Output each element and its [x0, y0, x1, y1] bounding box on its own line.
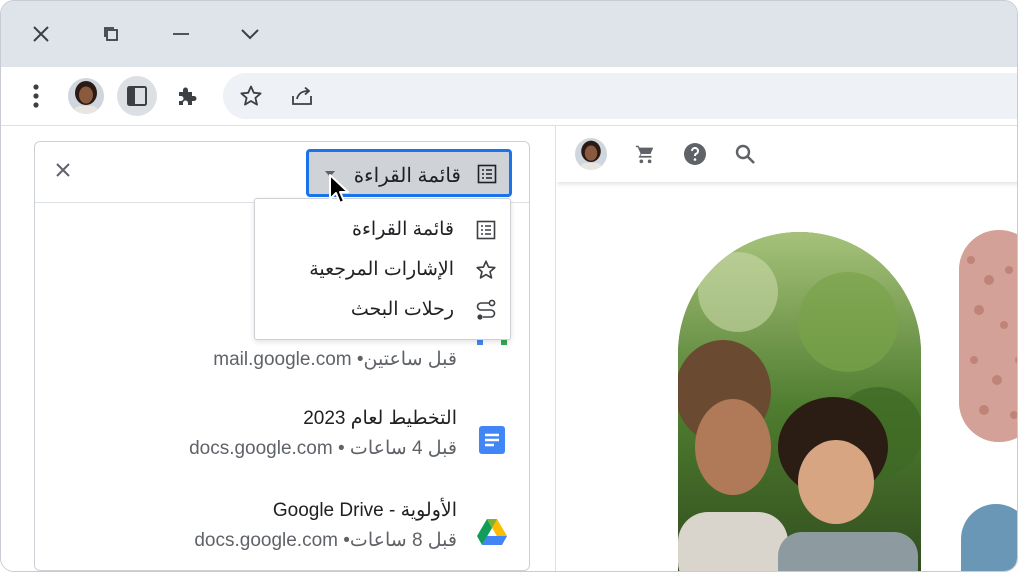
toolbar	[1, 67, 1017, 126]
side-panel-button[interactable]	[117, 76, 157, 116]
site-profile-button[interactable]	[575, 138, 607, 170]
decorative-shape	[961, 504, 1017, 571]
list-item[interactable]: قبل ساعتين• mail.google.com	[67, 323, 507, 400]
site-search-button[interactable]	[729, 138, 761, 170]
item-meta: قبل 4 ساعات • docs.google.com	[189, 438, 457, 459]
reading-list-icon	[477, 164, 497, 189]
item-meta: قبل ساعتين• mail.google.com	[213, 349, 457, 370]
help-icon	[684, 143, 706, 165]
cart-button[interactable]	[629, 138, 661, 170]
panel-selector-menu: قائمة القراءة الإشارات المرجعية رحلات ال…	[254, 198, 511, 340]
share-button[interactable]	[282, 76, 322, 116]
search-icon	[735, 144, 755, 164]
menu-item-bookmarks[interactable]: الإشارات المرجعية	[255, 250, 510, 290]
profile-button[interactable]	[66, 76, 106, 116]
close-panel-button[interactable]	[49, 156, 77, 184]
profile-avatar	[575, 138, 607, 170]
star-icon	[240, 85, 262, 106]
site-header	[557, 126, 1017, 182]
extensions-icon	[179, 87, 197, 105]
web-content	[557, 126, 1017, 571]
more-vertical-icon	[33, 84, 39, 108]
item-title: الأولوية - Google Drive	[272, 500, 457, 521]
journeys-icon	[474, 298, 498, 322]
menu-button[interactable]	[16, 76, 56, 116]
menu-item-label: رحلات البحث	[350, 299, 454, 320]
browser-window: قائمة القراءة قبل ساعتين• mail.google.co…	[0, 0, 1018, 572]
chevron-down-icon	[241, 29, 259, 40]
profile-avatar	[68, 78, 104, 114]
cart-icon	[635, 145, 654, 164]
address-bar[interactable]	[223, 73, 1017, 119]
docs-icon	[477, 425, 507, 455]
help-button[interactable]	[679, 138, 711, 170]
minimize-window-button[interactable]	[161, 14, 201, 54]
item-meta: قبل 8 ساعات• docs.google.com	[194, 530, 457, 551]
menu-item-label: قائمة القراءة	[352, 219, 454, 240]
panel-header: قائمة القراءة	[35, 142, 529, 203]
side-panel-icon	[127, 86, 147, 106]
star-icon	[474, 258, 498, 282]
drive-icon	[477, 517, 507, 547]
close-window-button[interactable]	[21, 14, 61, 54]
close-icon	[33, 26, 49, 42]
list-item[interactable]: التخطيط لعام 2023 قبل 4 ساعات • docs.goo…	[67, 407, 507, 477]
close-icon	[56, 163, 70, 177]
menu-item-label: الإشارات المرجعية	[309, 259, 454, 280]
hero-image-children	[678, 232, 921, 571]
panel-selector-label: قائمة القراءة	[353, 165, 461, 187]
restore-icon	[104, 27, 118, 41]
minimize-icon	[173, 33, 189, 35]
restore-window-button[interactable]	[91, 14, 131, 54]
reading-list-icon	[474, 218, 498, 242]
tab-search-button[interactable]	[230, 14, 270, 54]
extensions-button[interactable]	[167, 76, 207, 116]
mouse-pointer	[328, 173, 350, 210]
bookmark-button[interactable]	[231, 76, 271, 116]
menu-item-reading-list[interactable]: قائمة القراءة	[255, 210, 510, 250]
menu-item-journeys[interactable]: رحلات البحث	[255, 290, 510, 330]
side-panel: قائمة القراءة قبل ساعتين• mail.google.co…	[1, 126, 556, 571]
title-bar	[1, 1, 1017, 67]
share-icon	[292, 86, 312, 105]
list-item[interactable]: الأولوية - Google Drive قبل 8 ساعات• doc…	[67, 499, 507, 569]
item-title: التخطيط لعام 2023	[303, 408, 457, 429]
decorative-image-blob	[959, 230, 1017, 442]
